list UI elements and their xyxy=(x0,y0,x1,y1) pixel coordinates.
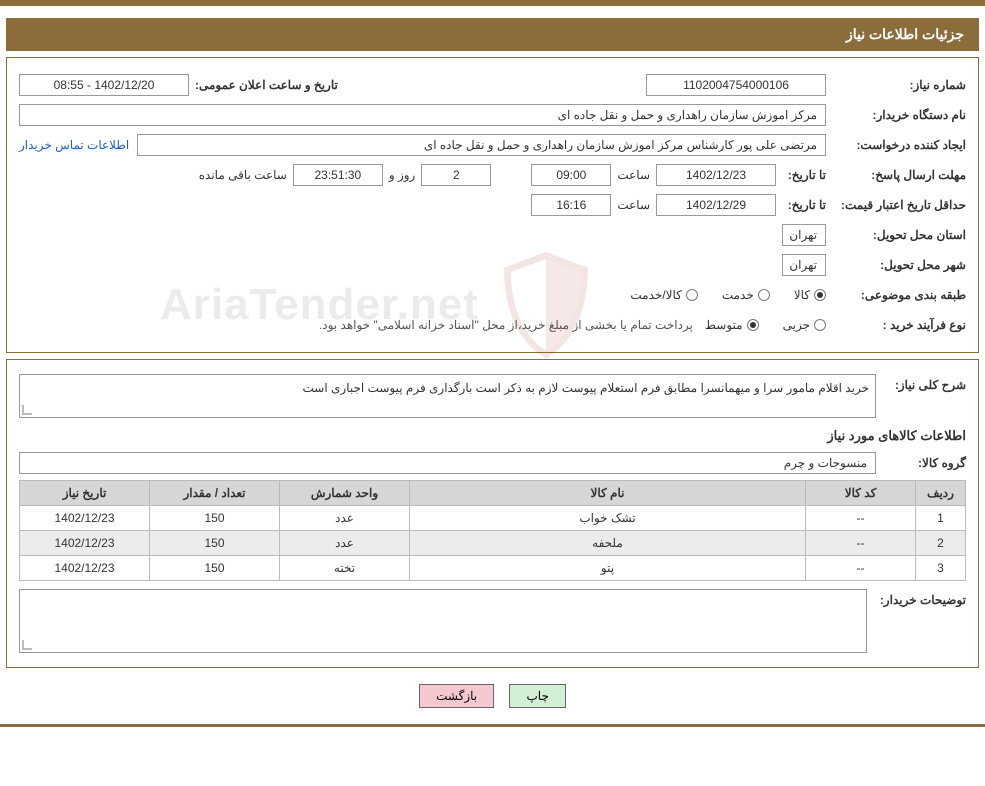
need-panel: شرح کلی نیاز: خرید اقلام مامور سرا و میه… xyxy=(6,359,979,668)
cell-code: -- xyxy=(806,506,916,531)
cell-n: 2 xyxy=(916,531,966,556)
top-border xyxy=(0,0,985,6)
min-valid-label: حداقل تاریخ اعتبار قیمت: xyxy=(826,198,966,212)
buyer-contact-link[interactable]: اطلاعات تماس خریدار xyxy=(19,138,137,152)
time-label-1: ساعت xyxy=(611,168,656,182)
requester-label: ایجاد کننده درخواست: xyxy=(826,138,966,152)
province-label: استان محل تحویل: xyxy=(826,228,966,242)
category-label: طبقه بندی موضوعی: xyxy=(826,288,966,302)
radio-dot-icon xyxy=(814,289,826,301)
button-row: چاپ بازگشت xyxy=(0,674,985,724)
radio-goods-service[interactable]: کالا/خدمت xyxy=(630,288,697,302)
announce-label: تاریخ و ساعت اعلان عمومی: xyxy=(189,78,338,92)
cell-code: -- xyxy=(806,556,916,581)
th-code: کد کالا xyxy=(806,481,916,506)
valid-date-value: 1402/12/29 xyxy=(656,194,776,216)
province-value: تهران xyxy=(782,224,826,246)
cell-qty: 150 xyxy=(150,506,280,531)
resize-icon xyxy=(22,405,32,415)
buyer-org-value: مرکز اموزش سازمان راهداری و حمل و نقل جا… xyxy=(19,104,826,126)
radio-medium[interactable]: متوسط xyxy=(705,318,759,332)
cell-code: -- xyxy=(806,531,916,556)
items-table: ردیف کد کالا نام کالا واحد شمارش تعداد /… xyxy=(19,480,966,581)
radio-dot-icon xyxy=(758,289,770,301)
purchase-note: پرداخت تمام یا بخشی از مبلغ خرید،از محل … xyxy=(319,318,705,332)
reply-time-value: 09:00 xyxy=(531,164,611,186)
table-row: 1 -- تشک خواب عدد 150 1402/12/23 xyxy=(20,506,966,531)
reply-date-value: 1402/12/23 xyxy=(656,164,776,186)
cell-unit: تخته xyxy=(280,556,410,581)
items-title: اطلاعات کالاهای مورد نیاز xyxy=(19,428,966,444)
cell-qty: 150 xyxy=(150,556,280,581)
radio-service[interactable]: خدمت xyxy=(722,288,770,302)
th-date: تاریخ نیاز xyxy=(20,481,150,506)
desc-text: خرید اقلام مامور سرا و میهمانسرا مطابق ف… xyxy=(303,381,869,395)
city-value: تهران xyxy=(782,254,826,276)
days-value: 2 xyxy=(421,164,491,186)
remaining-label: ساعت باقی مانده xyxy=(193,168,293,182)
radio-goods-label: کالا xyxy=(794,288,810,302)
th-row: ردیف xyxy=(916,481,966,506)
until-label-2: تا تاریخ: xyxy=(776,198,826,212)
cell-date: 1402/12/23 xyxy=(20,531,150,556)
cell-unit: عدد xyxy=(280,506,410,531)
cell-unit: عدد xyxy=(280,531,410,556)
table-row: 2 -- ملحفه عدد 150 1402/12/23 xyxy=(20,531,966,556)
until-label-1: تا تاریخ: xyxy=(776,168,826,182)
cell-n: 1 xyxy=(916,506,966,531)
desc-textarea[interactable]: خرید اقلام مامور سرا و میهمانسرا مطابق ف… xyxy=(19,374,876,418)
buyer-org-label: نام دستگاه خریدار: xyxy=(826,108,966,122)
cell-n: 3 xyxy=(916,556,966,581)
resize-icon xyxy=(22,640,32,650)
th-name: نام کالا xyxy=(410,481,806,506)
radio-dot-icon xyxy=(686,289,698,301)
time-label-2: ساعت xyxy=(611,198,656,212)
print-button[interactable]: چاپ xyxy=(509,684,565,708)
radio-medium-label: متوسط xyxy=(705,318,743,332)
buyer-notes-label: توضیحات خریدار: xyxy=(867,589,966,607)
group-label: گروه کالا: xyxy=(876,456,966,470)
cell-date: 1402/12/23 xyxy=(20,556,150,581)
bottom-border xyxy=(0,724,985,727)
info-panel: شماره نیاز: 1102004754000106 تاریخ و ساع… xyxy=(6,57,979,353)
days-and-label: روز و xyxy=(383,168,422,182)
cell-qty: 150 xyxy=(150,531,280,556)
radio-goods-service-label: کالا/خدمت xyxy=(630,288,681,302)
need-no-value: 1102004754000106 xyxy=(646,74,826,96)
city-label: شهر محل تحویل: xyxy=(826,258,966,272)
page-title: جزئیات اطلاعات نیاز xyxy=(6,18,979,51)
announce-value: 1402/12/20 - 08:55 xyxy=(19,74,189,96)
valid-time-value: 16:16 xyxy=(531,194,611,216)
radio-dot-icon xyxy=(747,319,759,331)
countdown-value: 23:51:30 xyxy=(293,164,383,186)
radio-minor[interactable]: جزیی xyxy=(783,318,826,332)
th-unit: واحد شمارش xyxy=(280,481,410,506)
cell-date: 1402/12/23 xyxy=(20,506,150,531)
cell-name: ملحفه xyxy=(410,531,806,556)
requester-value: مرتضی علی پور کارشناس مرکز اموزش سازمان … xyxy=(137,134,826,156)
group-value: منسوجات و چرم xyxy=(19,452,876,474)
radio-service-label: خدمت xyxy=(722,288,754,302)
th-qty: تعداد / مقدار xyxy=(150,481,280,506)
desc-label: شرح کلی نیاز: xyxy=(876,374,966,392)
reply-deadline-label: مهلت ارسال پاسخ: xyxy=(826,168,966,182)
purchase-type-label: نوع فرآیند خرید : xyxy=(826,318,966,332)
buyer-notes-textarea[interactable] xyxy=(19,589,867,653)
radio-dot-icon xyxy=(814,319,826,331)
cell-name: پتو xyxy=(410,556,806,581)
cell-name: تشک خواب xyxy=(410,506,806,531)
radio-minor-label: جزیی xyxy=(783,318,810,332)
need-no-label: شماره نیاز: xyxy=(826,78,966,92)
back-button[interactable]: بازگشت xyxy=(419,684,494,708)
table-row: 3 -- پتو تخته 150 1402/12/23 xyxy=(20,556,966,581)
radio-goods[interactable]: کالا xyxy=(794,288,826,302)
